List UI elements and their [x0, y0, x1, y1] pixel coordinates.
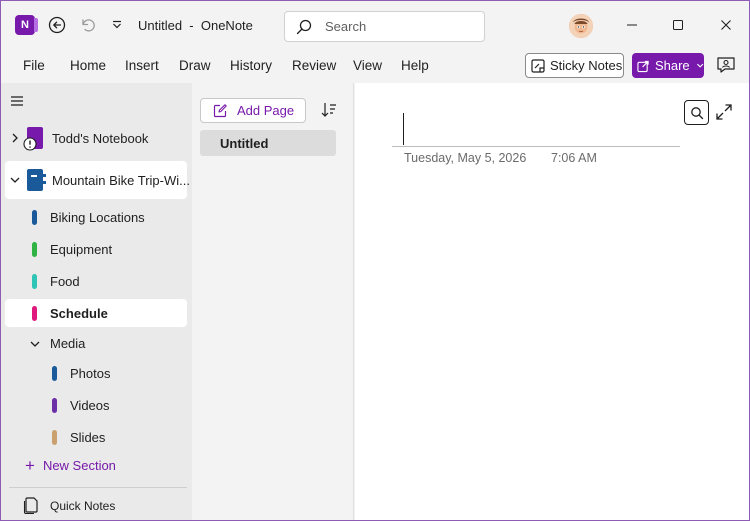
search-icon [296, 19, 312, 35]
text-cursor [403, 113, 404, 145]
page-canvas[interactable]: Tuesday, May 5, 2026 7:06 AM [355, 83, 749, 520]
zoom-search-button[interactable] [684, 100, 709, 125]
menu-review[interactable]: Review [292, 58, 336, 73]
menu-file[interactable]: File [23, 58, 45, 73]
section-label: Schedule [50, 306, 108, 321]
share-button[interactable]: Share [632, 53, 704, 78]
expand-icon[interactable] [715, 103, 733, 121]
add-page-icon [213, 103, 227, 117]
hamburger-menu-icon[interactable] [9, 93, 25, 109]
close-icon[interactable] [714, 13, 738, 37]
notebook-label: Mountain Bike Trip-Wi... [52, 173, 190, 188]
quick-notes-icon [23, 497, 38, 515]
menu-draw[interactable]: Draw [179, 58, 211, 73]
chevron-down-icon [696, 63, 704, 68]
section-equipment[interactable]: Equipment [5, 235, 187, 263]
menu-insert[interactable]: Insert [125, 58, 159, 73]
new-section-label: New Section [42, 458, 116, 473]
page-date: Tuesday, May 5, 2026 [404, 151, 527, 165]
section-label: Videos [70, 398, 110, 413]
feedback-icon[interactable] [714, 54, 738, 78]
maximize-icon[interactable] [666, 13, 690, 37]
notebook-icon [27, 169, 46, 191]
sort-pages-icon[interactable] [320, 101, 338, 119]
section-color-tab [32, 274, 37, 289]
section-color-tab [32, 242, 37, 257]
customize-toolbar-chevron-down-icon[interactable] [105, 13, 129, 37]
share-label: Share [654, 58, 690, 73]
section-color-tab [32, 306, 37, 321]
section-label: Biking Locations [50, 210, 145, 225]
section-label: Equipment [50, 242, 113, 257]
sticky-note-icon [531, 58, 545, 73]
section-color-tab [52, 430, 57, 445]
chevron-right-icon[interactable] [9, 132, 21, 144]
search-icon [690, 106, 703, 119]
section-label: Food [50, 274, 80, 289]
avatar[interactable] [569, 14, 593, 38]
notebook-label: Todd's Notebook [52, 131, 149, 146]
section-color-tab [32, 210, 37, 225]
add-page-label: Add Page [237, 103, 295, 118]
search-input[interactable]: Search [284, 11, 485, 42]
page-item-label: Untitled [220, 136, 269, 151]
section-photos[interactable]: Photos [5, 359, 187, 387]
plus-icon: + [25, 456, 35, 475]
section-group-label: Media [50, 336, 86, 351]
sticky-notes-button[interactable]: Sticky Notes [525, 53, 624, 78]
notebook-item-todds-notebook[interactable]: Todd's Notebook [5, 119, 187, 157]
minimize-icon[interactable] [620, 13, 644, 37]
divider [9, 487, 187, 488]
page-title-underline [392, 146, 680, 147]
section-group-media[interactable]: Media [5, 329, 187, 357]
menu-help[interactable]: Help [401, 58, 429, 73]
menu-home[interactable]: Home [70, 58, 106, 73]
undo-icon[interactable] [76, 13, 100, 37]
section-slides[interactable]: Slides [5, 423, 187, 451]
onenote-logo-icon: N [15, 15, 38, 35]
ribbon-menu-bar: File Home Insert Draw History Review Vie… [1, 49, 749, 83]
notebook-item-mountain-bike-trip[interactable]: Mountain Bike Trip-Wi... [5, 161, 190, 199]
quick-notes-button[interactable]: Quick Notes [23, 496, 115, 516]
menu-view[interactable]: View [353, 58, 382, 73]
section-schedule[interactable]: Schedule [5, 299, 187, 327]
sticky-notes-label: Sticky Notes [550, 58, 623, 73]
section-label: Slides [70, 430, 106, 445]
section-color-tab [52, 398, 57, 413]
onenote-window: N Untitled - OneNote Search File Home In… [0, 0, 750, 521]
back-arrow-icon[interactable] [45, 13, 69, 37]
page-time: 7:06 AM [551, 151, 597, 165]
page-list-pane: Add Page Untitled [192, 83, 354, 520]
search-placeholder: Search [325, 19, 367, 34]
title-bar: N Untitled - OneNote Search [1, 1, 749, 49]
section-videos[interactable]: Videos [5, 391, 187, 419]
section-biking-locations[interactable]: Biking Locations [5, 203, 187, 231]
chevron-down-icon[interactable] [9, 174, 21, 186]
page-item-untitled[interactable]: Untitled [200, 130, 336, 156]
chevron-down-icon[interactable] [29, 338, 41, 350]
share-icon [637, 60, 649, 72]
add-page-button[interactable]: Add Page [200, 98, 306, 123]
menu-history[interactable]: History [230, 58, 272, 73]
section-label: Photos [70, 366, 111, 381]
warning-icon [23, 137, 37, 151]
section-food[interactable]: Food [5, 267, 187, 295]
quick-notes-label: Quick Notes [50, 499, 116, 513]
section-color-tab [52, 366, 57, 381]
notebook-navigation: Todd's Notebook Mountain Bike Trip-Wi...… [1, 83, 192, 520]
new-section-button[interactable]: + New Section [25, 455, 116, 475]
window-title: Untitled - OneNote [138, 18, 253, 33]
